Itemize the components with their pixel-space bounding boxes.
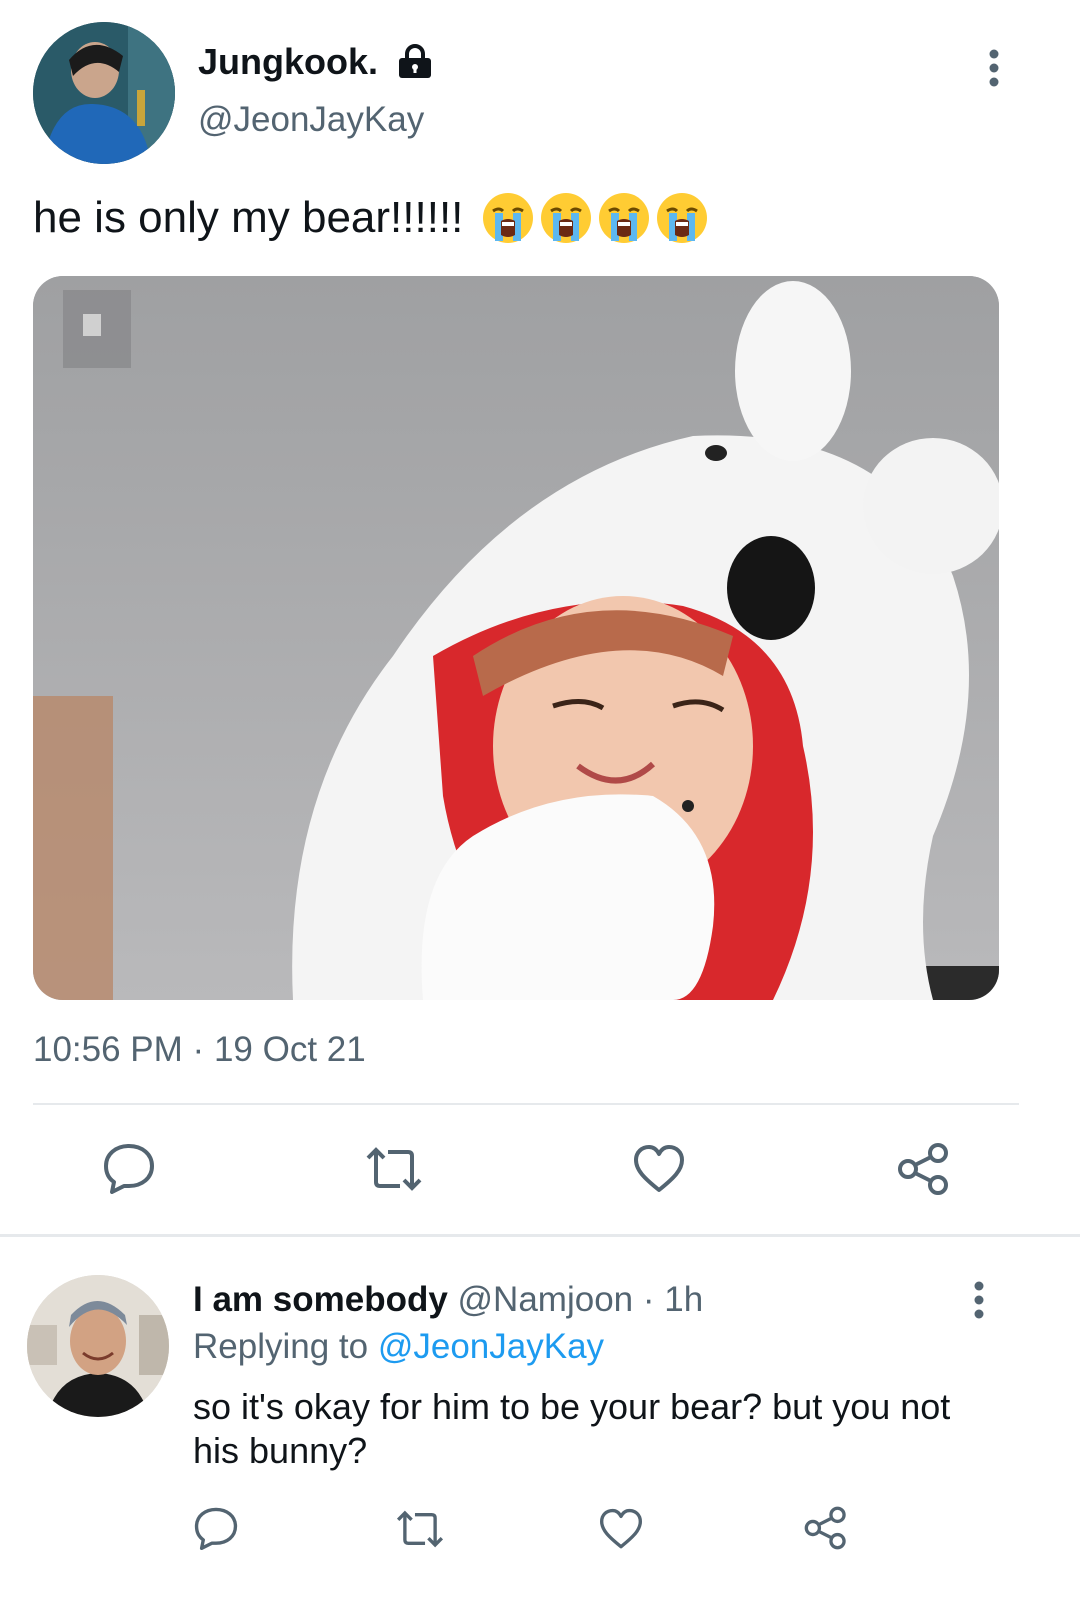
- share-icon[interactable]: [896, 1142, 952, 1196]
- lock-icon: [396, 44, 434, 80]
- tweet-time[interactable]: 10:56 PM: [33, 1030, 183, 1069]
- retweet-icon[interactable]: [362, 1144, 426, 1194]
- divider: [33, 1103, 1019, 1105]
- separator-dot: ·: [192, 1030, 214, 1069]
- share-icon[interactable]: [803, 1505, 849, 1551]
- reply-time[interactable]: 1h: [664, 1280, 703, 1319]
- more-vertical-icon[interactable]: [980, 48, 1008, 88]
- author-display-name[interactable]: Jungkook.: [198, 41, 378, 83]
- tweet-date[interactable]: 19 Oct 21: [214, 1030, 366, 1069]
- reply-display-name[interactable]: I am somebody: [193, 1280, 448, 1319]
- replying-to-label: Replying to: [193, 1327, 369, 1366]
- tweet-text: he is only my bear!!!!!!: [33, 193, 464, 242]
- replying-to-handle[interactable]: @JeonJayKay: [378, 1327, 604, 1366]
- more-vertical-icon[interactable]: [965, 1280, 993, 1320]
- reply-author-avatar[interactable]: [27, 1275, 169, 1417]
- tweet-text-row: he is only my bear!!!!!!: [33, 186, 709, 250]
- tweet-media-image[interactable]: [33, 276, 999, 1000]
- author-handle[interactable]: @JeonJayKay: [198, 100, 424, 140]
- heart-icon[interactable]: [632, 1144, 686, 1194]
- author-avatar[interactable]: [33, 22, 175, 164]
- section-divider: [0, 1234, 1080, 1237]
- reply-handle[interactable]: @Namjoon: [458, 1280, 634, 1319]
- reply-text: so it's okay for him to be your bear? bu…: [193, 1386, 951, 1471]
- reply-icon[interactable]: [102, 1142, 156, 1194]
- retweet-icon[interactable]: [393, 1508, 447, 1550]
- reply-icon[interactable]: [193, 1506, 239, 1550]
- separator-dot: ·: [642, 1280, 655, 1319]
- loudly-crying-face-icon: [655, 191, 709, 245]
- loudly-crying-face-icon: [539, 191, 593, 245]
- tweet-timestamp-row: 10:56 PM · 19 Oct 21: [33, 1030, 366, 1070]
- loudly-crying-face-icon: [597, 191, 651, 245]
- loudly-crying-face-icon: [481, 191, 535, 245]
- heart-icon[interactable]: [598, 1508, 644, 1550]
